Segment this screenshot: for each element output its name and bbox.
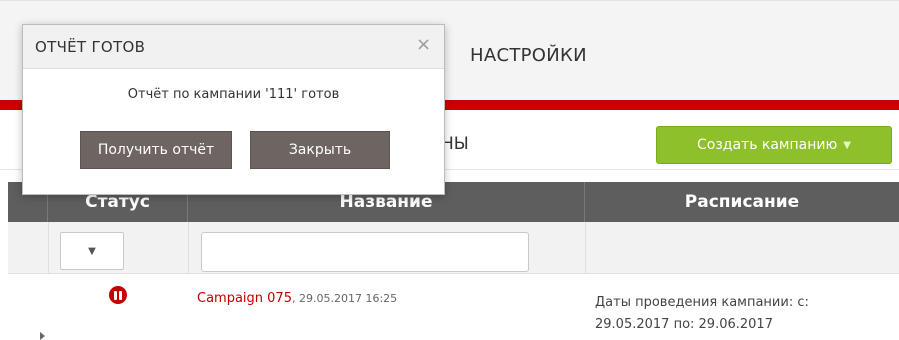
create-campaign-label: Создать кампанию — [697, 137, 838, 153]
campaign-name-link[interactable]: Campaign 075, 29.05.2017 16:25 — [197, 291, 397, 306]
name-filter-input[interactable] — [201, 232, 529, 272]
campaign-date: , 29.05.2017 16:25 — [291, 292, 398, 305]
expand-row-icon[interactable] — [40, 332, 45, 340]
dialog-title: ОТЧЁТ ГОТОВ — [35, 38, 146, 56]
schedule-line: 29.05.2017 по: 29.06.2017 — [595, 317, 773, 332]
pause-icon[interactable] — [109, 286, 127, 304]
close-icon[interactable]: × — [416, 35, 431, 55]
nav-settings-tab[interactable]: НАСТРОЙКИ — [470, 45, 587, 66]
close-dialog-button[interactable]: Закрыть — [250, 131, 390, 169]
status-filter-select[interactable]: ▼ — [60, 232, 124, 270]
header-schedule[interactable]: Расписание — [585, 182, 899, 222]
campaign-name[interactable]: Campaign 075 — [197, 291, 292, 306]
schedule-line: Даты проведения кампании: с: — [595, 295, 809, 310]
chevron-down-icon: ▼ — [88, 245, 96, 257]
get-report-button[interactable]: Получить отчёт — [80, 131, 232, 169]
dialog-message: Отчёт по кампании '111' готов — [127, 87, 340, 102]
chevron-down-icon: ▼ — [843, 139, 851, 151]
campaign-schedule: Даты проведения кампании: с: 29.05.2017 … — [595, 292, 895, 336]
campaigns-tab[interactable]: НЫ — [441, 134, 469, 154]
report-ready-dialog: ОТЧЁТ ГОТОВ × Отчёт по кампании '111' го… — [22, 24, 445, 195]
create-campaign-button[interactable]: Создать кампанию ▼ — [656, 126, 892, 164]
